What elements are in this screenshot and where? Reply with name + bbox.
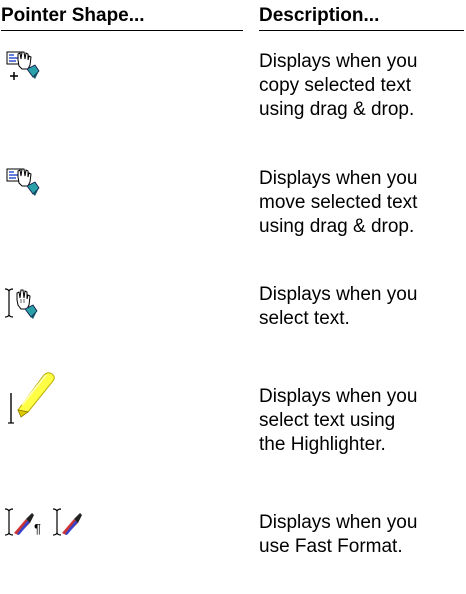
pointer-shapes-table: Pointer Shape... Description... Displays… — [0, 0, 466, 594]
pointer-shape-header: Pointer Shape... — [1, 4, 243, 31]
row-description: Displays when you select text using the … — [259, 386, 418, 455]
move-drag-drop-pointer-icon — [6, 168, 40, 196]
pointer-cell — [0, 372, 240, 445]
pointer-cell: ¶ — [0, 508, 240, 571]
pointer-cell — [0, 50, 240, 110]
row-description: Displays when you select text. — [259, 284, 418, 329]
pointer-cell — [0, 167, 240, 227]
fast-format-pointer-icon — [52, 508, 82, 536]
pointer-cell — [0, 283, 240, 343]
row-description: Displays when you move selected text usi… — [259, 168, 418, 237]
row-description: Displays when you copy selected text usi… — [259, 51, 418, 120]
fast-format-paragraph-pointer-icon: ¶ — [4, 508, 41, 536]
copy-drag-drop-pointer-icon — [6, 51, 40, 80]
svg-text:¶: ¶ — [34, 521, 41, 536]
row-description: Displays when you use Fast Format. — [259, 512, 418, 557]
highlighter-pointer-icon — [8, 372, 55, 424]
select-text-hand-pointer-icon — [4, 288, 38, 319]
description-header: Description... — [259, 4, 464, 31]
